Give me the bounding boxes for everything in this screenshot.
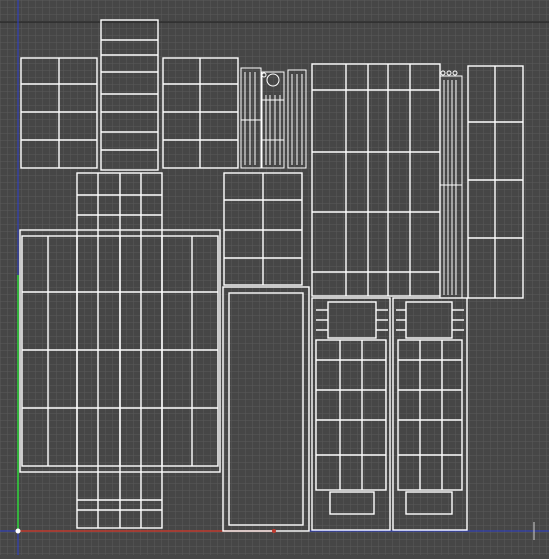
origin-marker [15,528,21,534]
uv-editor-viewport[interactable] [0,0,549,555]
uv-canvas[interactable] [0,0,549,555]
u-axis-marker [272,529,276,533]
